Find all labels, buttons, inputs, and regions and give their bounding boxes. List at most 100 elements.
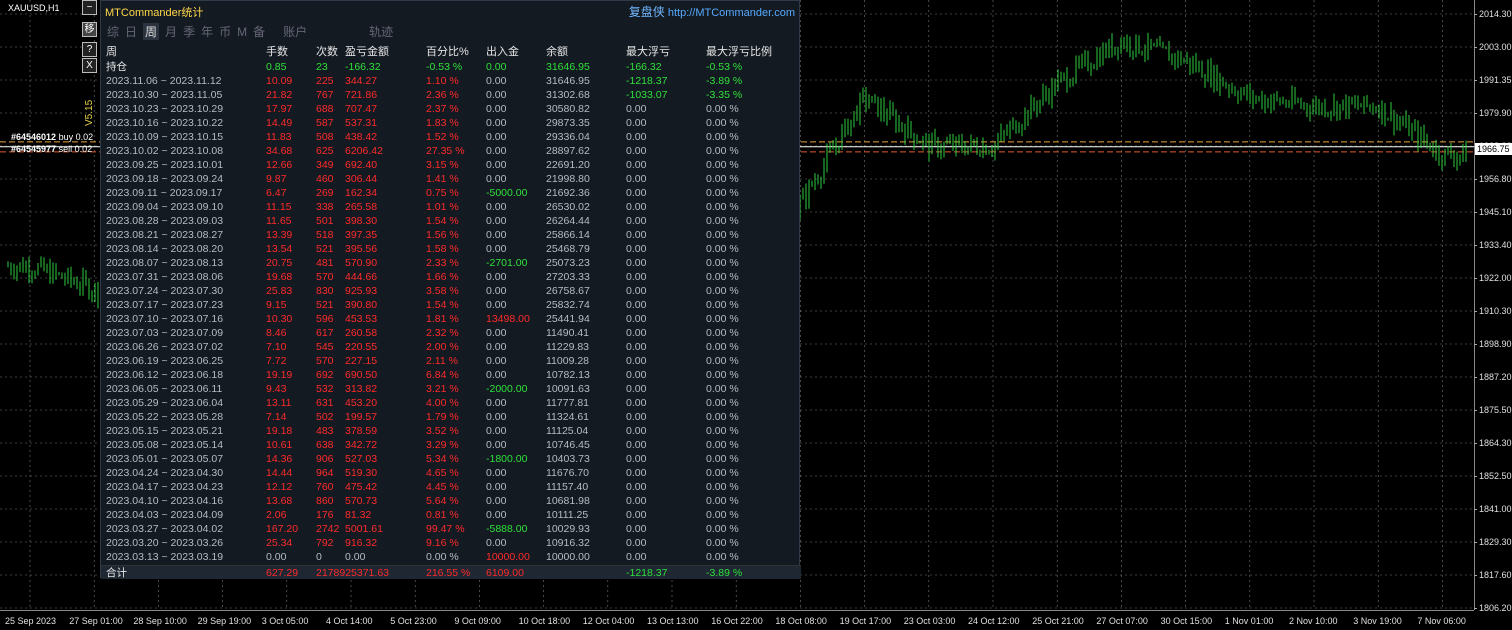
cell-pnl: 398.30 (345, 215, 378, 227)
tab-month[interactable]: 月 (165, 23, 177, 40)
cell-flow: 0.00 (486, 355, 507, 367)
cell-balance: 11490.41 (546, 327, 590, 339)
cell-pct: 2.00 % (426, 341, 459, 353)
cell-pnl: 390.80 (345, 299, 378, 311)
cell-pnl: 227.15 (345, 355, 378, 367)
cell-period: 2023.05.15 ~ 2023.05.21 (106, 425, 224, 437)
tab-backup[interactable]: 备 (253, 23, 265, 40)
cell-max-dd: 最大浮亏 (626, 46, 670, 58)
table-row: 2023.05.22 ~ 2023.05.28 7.14 502 199.57 1.79… (101, 410, 801, 424)
cell-max-dd-pct: 0.00 % (706, 495, 739, 507)
cell-period: 2023.04.03 ~ 2023.04.09 (106, 509, 224, 521)
totals-max-dd-pct: -3.89 % (706, 567, 743, 579)
table-row: 2023.04.24 ~ 2023.04.30 14.44 964 519.30 4.6… (101, 466, 801, 480)
cell-max-dd: 0.00 (626, 313, 647, 325)
cell-period: 持仓 (106, 61, 127, 73)
cell-lots: 7.10 (266, 341, 287, 353)
cell-balance: 11009.28 (546, 355, 590, 367)
cell-balance: 10091.63 (546, 383, 590, 395)
order-label-sell[interactable]: #64545977 sell 0.02 (11, 144, 92, 154)
cell-lots: 17.97 (266, 103, 293, 115)
table-row: 2023.04.10 ~ 2023.04.16 13.68 860 570.73 5.6… (101, 494, 801, 508)
cell-flow: 0.00 (486, 495, 507, 507)
table-row: 2023.06.12 ~ 2023.06.18 19.19 692 690.50 6.8… (101, 368, 801, 382)
price-axis[interactable]: 2014.302003.001991.351979.901968.601956.… (1474, 0, 1512, 613)
cell-lots: 19.19 (266, 369, 293, 381)
cell-pct: 1.81 % (426, 313, 459, 325)
tab-overview[interactable]: 综 (107, 23, 119, 40)
move-button[interactable]: 移 (82, 22, 97, 37)
cell-lots: 19.68 (266, 271, 293, 283)
cell-balance: 11229.83 (546, 341, 590, 353)
time-tick-label: 28 Sep 10:00 (133, 616, 187, 626)
cell-balance: 22691.20 (546, 159, 590, 171)
cell-pnl: 378.59 (345, 425, 378, 437)
cell-count: 23 (316, 61, 328, 73)
cell-flow: 0.00 (486, 537, 507, 549)
table-row: 2023.10.16 ~ 2023.10.22 14.49 587 537.31 1.8… (101, 116, 801, 130)
price-tick-label: 1898.90 (1474, 339, 1512, 349)
time-axis[interactable]: 25 Sep 2023 27 Sep 01:00 28 Sep 10:00 29 Se… (0, 610, 1474, 630)
cell-balance: 10403.73 (546, 453, 590, 465)
cell-lots: 167.20 (266, 523, 299, 535)
tab-quarter[interactable]: 季 (183, 23, 195, 40)
tab-track[interactable]: 轨迹 (369, 23, 393, 40)
cell-balance: 11157.40 (546, 481, 589, 493)
table-row: 2023.10.30 ~ 2023.11.05 21.82 767 721.86 2.3… (101, 88, 801, 102)
cell-max-dd: 0.00 (626, 425, 647, 437)
cell-period: 2023.06.12 ~ 2023.06.18 (106, 369, 224, 381)
cell-flow: 0.00 (486, 103, 507, 115)
cell-max-dd: 0.00 (626, 537, 647, 549)
cell-balance: 29336.04 (546, 131, 590, 143)
cell-balance: 10681.98 (546, 495, 590, 507)
time-tick-label: 30 Oct 15:00 (1160, 616, 1213, 626)
time-tick-label: 29 Sep 19:00 (197, 616, 252, 626)
version-label: V5.15 (84, 99, 95, 126)
cell-count: 501 (316, 215, 334, 227)
cell-pnl: 306.44 (345, 173, 378, 185)
tab-day[interactable]: 日 (125, 23, 137, 40)
cell-pnl: 925.93 (345, 285, 378, 297)
help-button[interactable]: ? (82, 42, 97, 57)
cell-count: 638 (316, 439, 334, 451)
cell-max-dd-pct: 0.00 % (706, 215, 739, 227)
tab-account[interactable]: 账户 (283, 23, 307, 40)
table-row: 2023.05.15 ~ 2023.05.21 19.18 483 378.59 3.5… (101, 424, 801, 438)
cell-max-dd-pct: -0.53 % (706, 61, 743, 73)
cell-pct: 4.00 % (426, 397, 459, 409)
cell-max-dd: 0.00 (626, 173, 647, 185)
cell-pnl: 199.57 (345, 411, 378, 423)
cell-lots: 21.82 (266, 89, 293, 101)
cell-balance: 10000.00 (546, 551, 590, 563)
cell-max-dd: 0.00 (626, 369, 647, 381)
tab-week[interactable]: 周 (143, 23, 160, 40)
time-tick-label: 5 Oct 23:00 (390, 616, 437, 626)
cell-count: 570 (316, 355, 334, 367)
tab-year[interactable]: 年 (201, 23, 213, 40)
cell-period: 2023.05.08 ~ 2023.05.14 (106, 439, 224, 451)
replay-link[interactable]: 复盘侠 http://MTCommander.com (629, 3, 795, 20)
cell-max-dd: -1218.37 (626, 75, 668, 87)
cell-pnl: 342.72 (345, 439, 378, 451)
holding-row: 持仓 0.85 23 -166.32 -0.53 % 0.00 31646.95 -166.3… (101, 60, 801, 74)
minimize-button[interactable]: − (82, 0, 97, 15)
cell-period: 2023.05.01 ~ 2023.05.07 (106, 453, 224, 465)
cell-max-dd: 0.00 (626, 299, 647, 311)
order-label-buy[interactable]: #64546012 buy 0.02 (11, 132, 93, 142)
cell-pnl: 438.42 (345, 131, 378, 143)
cell-lots: 2.06 (266, 509, 287, 521)
cell-period: 2023.10.16 ~ 2023.10.22 (106, 117, 224, 129)
tab-currency[interactable]: 币 (219, 23, 231, 40)
close-button[interactable]: X (82, 58, 97, 73)
time-tick-label: 7 Nov 06:00 (1417, 616, 1466, 626)
cell-period: 2023.09.25 ~ 2023.10.01 (106, 159, 224, 171)
cell-max-dd: 0.00 (626, 271, 647, 283)
cell-pnl: 453.20 (345, 397, 378, 409)
cell-flow: -1800.00 (486, 453, 528, 465)
cell-flow: 0.00 (486, 215, 507, 227)
cell-count: 481 (316, 257, 334, 269)
cell-max-dd-pct: 0.00 % (706, 481, 739, 493)
tab-m[interactable]: M (237, 25, 247, 39)
cell-flow: 0.00 (486, 425, 507, 437)
cell-flow: 0.00 (486, 173, 507, 185)
